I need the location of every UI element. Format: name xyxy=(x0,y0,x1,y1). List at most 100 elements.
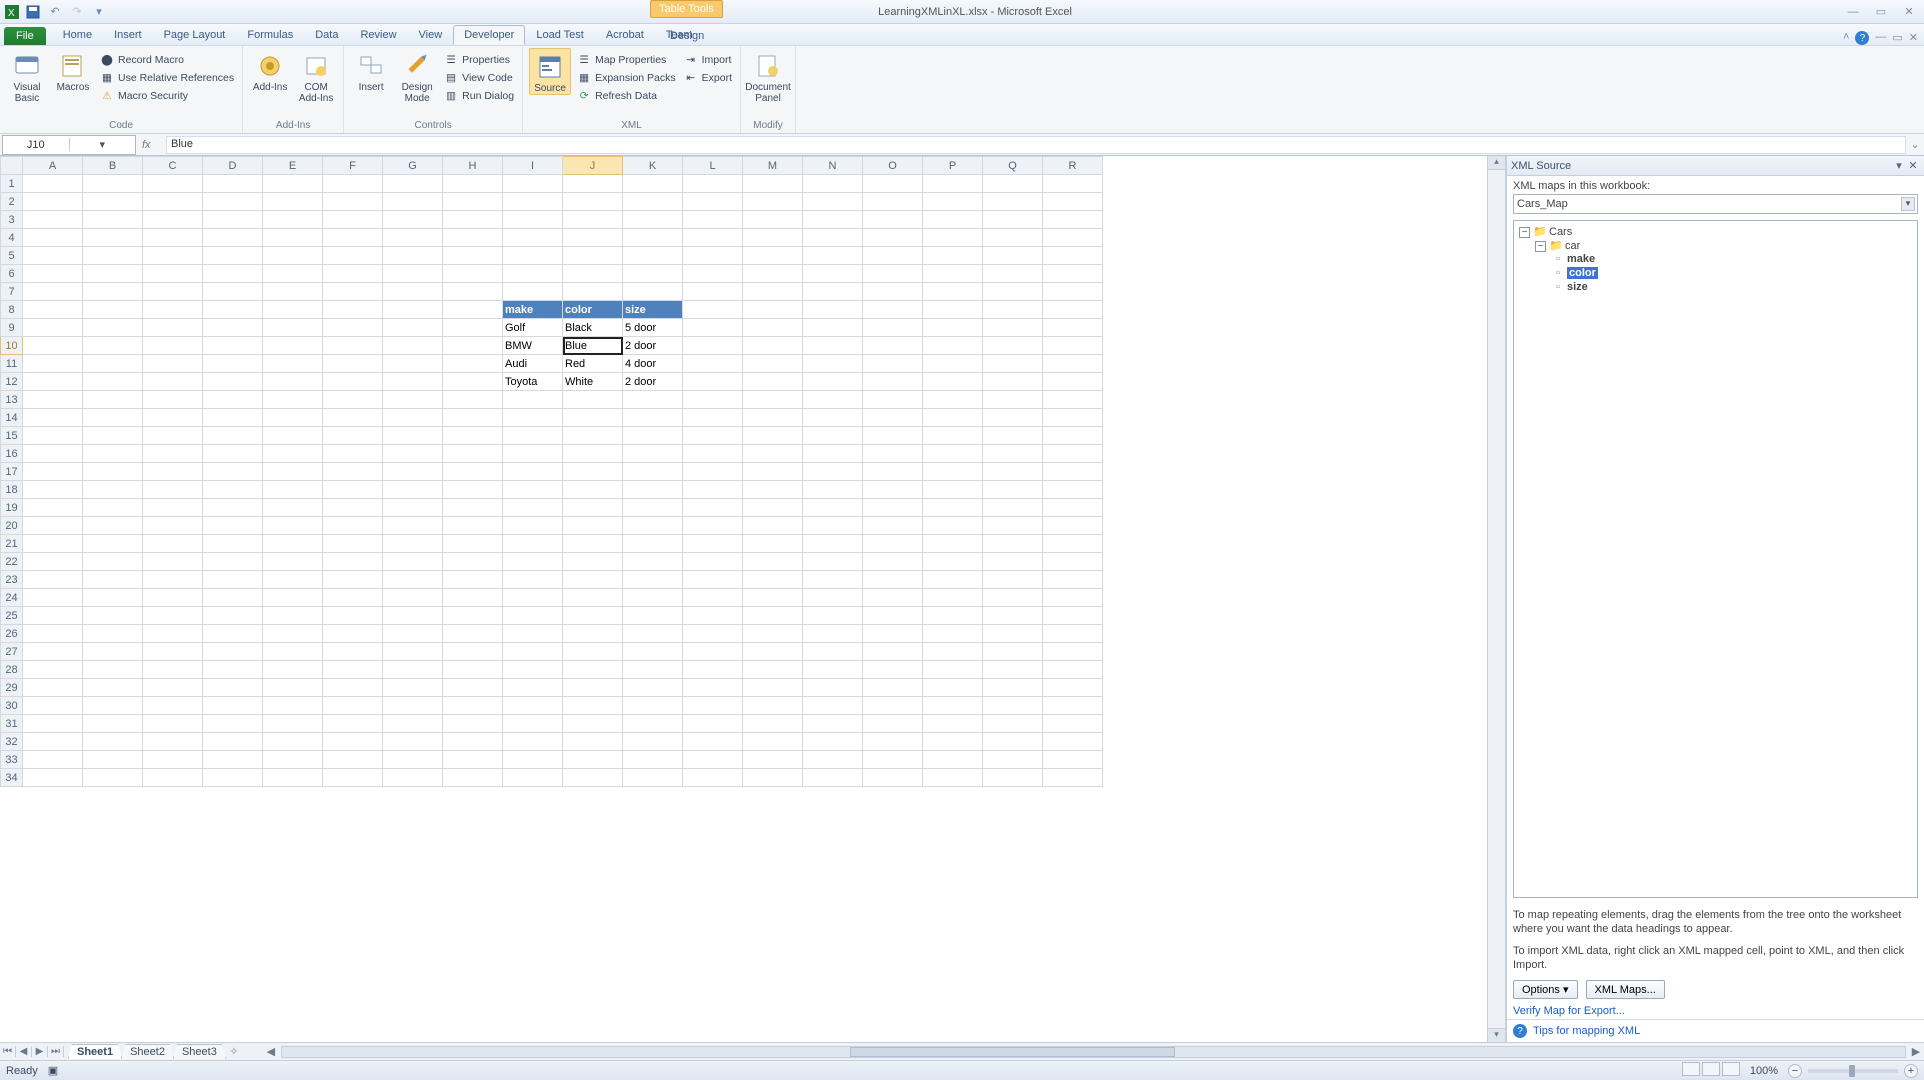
cell[interactable] xyxy=(803,643,863,661)
cell[interactable] xyxy=(323,535,383,553)
cell[interactable] xyxy=(383,517,443,535)
cell[interactable] xyxy=(263,499,323,517)
cell[interactable] xyxy=(983,481,1043,499)
select-all-corner[interactable] xyxy=(1,157,23,175)
cell[interactable] xyxy=(803,769,863,787)
cell[interactable] xyxy=(323,661,383,679)
cell[interactable] xyxy=(263,463,323,481)
cell[interactable] xyxy=(1043,247,1103,265)
column-header[interactable]: H xyxy=(443,157,503,175)
cell[interactable] xyxy=(803,463,863,481)
cell[interactable] xyxy=(383,463,443,481)
cell[interactable] xyxy=(863,283,923,301)
workbook-minimize-icon[interactable]: — xyxy=(1875,31,1886,45)
cell[interactable] xyxy=(503,625,563,643)
tab-load-test[interactable]: Load Test xyxy=(525,25,595,45)
cell[interactable] xyxy=(203,607,263,625)
xml-source-button[interactable]: Source xyxy=(529,48,571,95)
cell[interactable] xyxy=(143,445,203,463)
cell[interactable] xyxy=(983,445,1043,463)
cell[interactable] xyxy=(203,391,263,409)
row-header[interactable]: 10 xyxy=(1,337,23,355)
column-header[interactable]: L xyxy=(683,157,743,175)
cell[interactable] xyxy=(23,697,83,715)
cell[interactable] xyxy=(383,229,443,247)
cell[interactable] xyxy=(143,175,203,193)
cell[interactable] xyxy=(623,607,683,625)
sheet-nav-next-icon[interactable]: ▶ xyxy=(32,1046,48,1057)
cell[interactable] xyxy=(863,499,923,517)
cell[interactable] xyxy=(23,535,83,553)
cell[interactable] xyxy=(863,463,923,481)
cell[interactable] xyxy=(83,229,143,247)
cell[interactable] xyxy=(263,211,323,229)
cell[interactable] xyxy=(683,409,743,427)
cell[interactable] xyxy=(323,229,383,247)
workbook-close-icon[interactable]: ✕ xyxy=(1909,31,1918,45)
cell[interactable]: make xyxy=(503,301,563,319)
cell[interactable] xyxy=(683,499,743,517)
row-header[interactable]: 31 xyxy=(1,715,23,733)
cell[interactable] xyxy=(383,247,443,265)
cell[interactable] xyxy=(83,319,143,337)
cell[interactable] xyxy=(803,571,863,589)
cell[interactable] xyxy=(83,391,143,409)
cell[interactable] xyxy=(623,625,683,643)
cell[interactable] xyxy=(443,283,503,301)
cell[interactable] xyxy=(503,571,563,589)
cell[interactable] xyxy=(563,193,623,211)
tree-toggle-icon[interactable]: − xyxy=(1519,227,1530,238)
cell[interactable] xyxy=(383,733,443,751)
cell[interactable] xyxy=(383,481,443,499)
cell[interactable] xyxy=(323,247,383,265)
cell[interactable] xyxy=(383,625,443,643)
cell[interactable] xyxy=(383,193,443,211)
cell[interactable] xyxy=(1043,355,1103,373)
cell[interactable] xyxy=(563,229,623,247)
cell[interactable] xyxy=(683,355,743,373)
cell[interactable] xyxy=(983,337,1043,355)
cell[interactable] xyxy=(563,553,623,571)
cell[interactable] xyxy=(143,643,203,661)
row-header[interactable]: 11 xyxy=(1,355,23,373)
cell[interactable] xyxy=(203,427,263,445)
cell[interactable] xyxy=(623,643,683,661)
cell[interactable] xyxy=(863,535,923,553)
hscroll-right-icon[interactable]: ▶ xyxy=(1908,1045,1924,1058)
cell[interactable] xyxy=(923,193,983,211)
row-header[interactable]: 13 xyxy=(1,391,23,409)
cell[interactable] xyxy=(923,229,983,247)
cell[interactable] xyxy=(443,301,503,319)
cell[interactable] xyxy=(563,751,623,769)
cell[interactable] xyxy=(983,265,1043,283)
cell[interactable] xyxy=(743,283,803,301)
pane-menu-icon[interactable]: ▾ xyxy=(1892,159,1906,172)
cell[interactable]: Red xyxy=(563,355,623,373)
cell[interactable] xyxy=(23,391,83,409)
close-icon[interactable]: ✕ xyxy=(1898,4,1920,20)
macro-record-status-icon[interactable]: ▣ xyxy=(48,1064,58,1077)
cell[interactable] xyxy=(83,553,143,571)
cell[interactable] xyxy=(923,625,983,643)
cell[interactable] xyxy=(983,283,1043,301)
cell[interactable] xyxy=(623,193,683,211)
cell[interactable] xyxy=(83,247,143,265)
restore-icon[interactable]: ▭ xyxy=(1870,4,1892,20)
cell[interactable] xyxy=(503,643,563,661)
cell[interactable] xyxy=(203,553,263,571)
use-relative-references-button[interactable]: ▦Use Relative References xyxy=(98,70,236,86)
cell[interactable] xyxy=(383,607,443,625)
map-properties-button[interactable]: ☰Map Properties xyxy=(575,52,678,68)
cell[interactable] xyxy=(803,283,863,301)
cell[interactable] xyxy=(1043,391,1103,409)
row-header[interactable]: 5 xyxy=(1,247,23,265)
cell[interactable] xyxy=(323,319,383,337)
cell[interactable] xyxy=(83,373,143,391)
cell[interactable] xyxy=(263,445,323,463)
column-header[interactable]: E xyxy=(263,157,323,175)
cell[interactable] xyxy=(983,625,1043,643)
cell[interactable] xyxy=(323,337,383,355)
cell[interactable] xyxy=(563,481,623,499)
cell[interactable] xyxy=(743,175,803,193)
cell[interactable] xyxy=(443,733,503,751)
